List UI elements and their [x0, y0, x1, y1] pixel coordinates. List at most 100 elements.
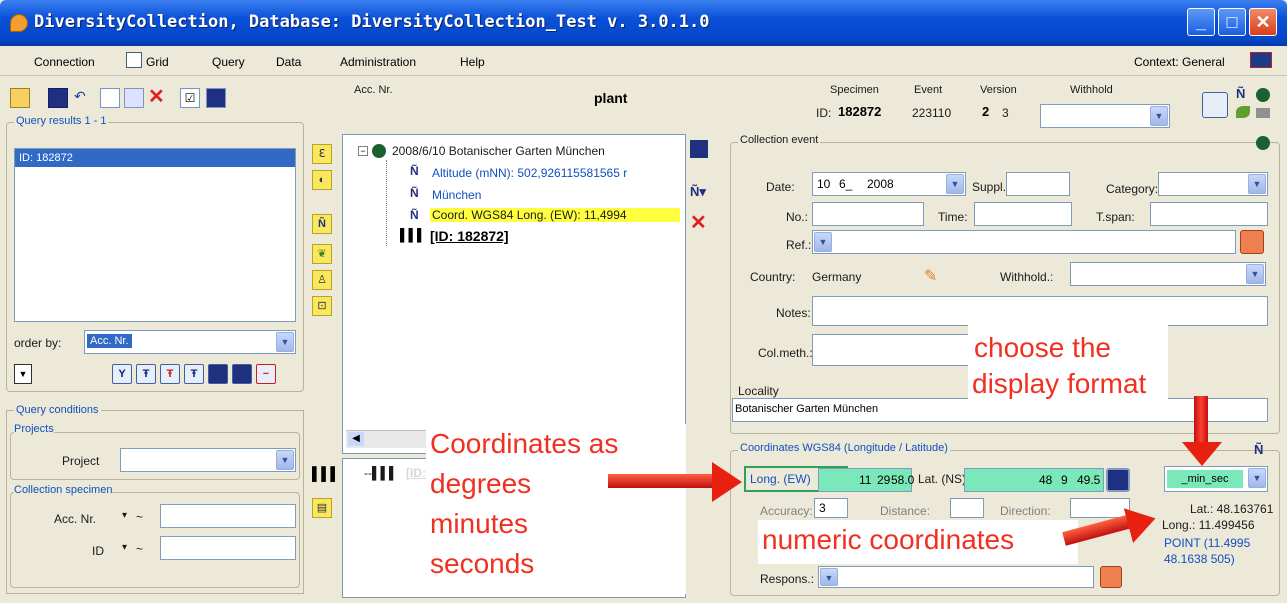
- chevron-down-icon[interactable]: ▼: [1248, 468, 1266, 488]
- new-query-icon[interactable]: [10, 88, 30, 108]
- globe-icon[interactable]: [1256, 88, 1270, 102]
- menu-query[interactable]: Query: [212, 55, 245, 69]
- barcode-icon[interactable]: ▌▌▌: [312, 466, 340, 484]
- save-coordinates-icon[interactable]: [1106, 468, 1130, 492]
- leaf-icon[interactable]: [1236, 106, 1250, 118]
- delete-icon[interactable]: ✕: [148, 87, 168, 108]
- id-input[interactable]: [160, 536, 296, 560]
- id-label: ID: [92, 544, 104, 558]
- hierarchy-icon[interactable]: ⊡: [312, 296, 332, 316]
- menu-grid[interactable]: Grid: [146, 55, 169, 69]
- filter-icon[interactable]: Y: [112, 364, 132, 384]
- open-reference-icon[interactable]: [1240, 230, 1264, 254]
- taxon-side-icon[interactable]: Ñ: [312, 214, 332, 234]
- format-value: _min_sec: [1167, 470, 1243, 488]
- save-icon[interactable]: [48, 88, 68, 108]
- menu-connection[interactable]: Connection: [34, 55, 95, 69]
- context-label: Context: General: [1134, 55, 1225, 69]
- collapse-icon[interactable]: −: [358, 146, 368, 156]
- withhold-select[interactable]: ▼: [1040, 104, 1170, 128]
- menu-help[interactable]: Help: [460, 55, 485, 69]
- grid-icon: [126, 52, 142, 68]
- acc-nr-input[interactable]: [160, 504, 296, 528]
- tree-panel[interactable]: [342, 134, 686, 454]
- specimen-barcode-icon: ▌▌▌: [400, 228, 426, 242]
- specimen-title: plant: [594, 90, 628, 106]
- format-select[interactable]: _min_sec ▼: [1164, 466, 1268, 492]
- maximize-button[interactable]: □: [1218, 8, 1246, 36]
- menu-data[interactable]: Data: [276, 55, 301, 69]
- tree-icon[interactable]: ℇ: [312, 144, 332, 164]
- accuracy-input[interactable]: 3: [814, 498, 848, 518]
- calendar-dropdown-icon[interactable]: ▼: [946, 174, 964, 194]
- chevron-down-icon[interactable]: ▼: [276, 450, 294, 470]
- set-filter-icon[interactable]: Ŧ: [184, 364, 204, 384]
- ref-input[interactable]: ▼: [812, 230, 1236, 254]
- time-input[interactable]: [974, 202, 1072, 226]
- add-taxon-icon[interactable]: Ñ▾: [690, 184, 706, 200]
- arrow-down-shaft: [1194, 396, 1208, 444]
- respons-input[interactable]: ▼: [818, 566, 1094, 588]
- date-field[interactable]: 10 6_ 2008 ▼: [812, 172, 966, 196]
- specimen-id: 182872: [838, 104, 882, 119]
- tree-coord[interactable]: Coord. WGS84 Long. (EW): 11,4994: [430, 208, 680, 222]
- note-icon[interactable]: ▤: [312, 498, 332, 518]
- globe-small-icon[interactable]: ◐: [312, 170, 332, 190]
- chevron-down-icon[interactable]: ▼: [1248, 174, 1266, 194]
- country-value: Germany: [812, 270, 862, 284]
- remove-filter-icon[interactable]: Ŧ: [160, 364, 180, 384]
- undo-icon[interactable]: ↶: [74, 88, 94, 108]
- list-view-icon[interactable]: [232, 364, 252, 384]
- distance-input[interactable]: [950, 498, 984, 518]
- taxon-icon[interactable]: Ñ: [1254, 442, 1263, 457]
- grid-view-icon[interactable]: [206, 88, 226, 108]
- remove-node-icon[interactable]: ✕: [690, 210, 707, 235]
- id-op-dropdown[interactable]: ▾: [122, 542, 127, 553]
- colmeth-input[interactable]: [812, 334, 982, 366]
- plant-icon[interactable]: ❦: [312, 244, 332, 264]
- new-icon[interactable]: [100, 88, 120, 108]
- edit-pencil-icon[interactable]: ✎: [924, 266, 937, 286]
- close-button[interactable]: ✕: [1249, 8, 1277, 36]
- chevron-down-icon[interactable]: ▼: [820, 568, 838, 586]
- no-input[interactable]: [812, 202, 924, 226]
- suppl-input[interactable]: [1006, 172, 1070, 196]
- menu-administration[interactable]: Administration: [340, 55, 416, 69]
- long-input[interactable]: 11 29 58.0: [818, 468, 914, 492]
- order-by-select[interactable]: Acc. Nr. ▼: [84, 330, 296, 354]
- add-filter-icon[interactable]: Ŧ: [136, 364, 156, 384]
- minimize-button[interactable]: _: [1187, 8, 1215, 36]
- results-list[interactable]: ID: 182872: [14, 148, 296, 322]
- tspan-input[interactable]: [1150, 202, 1268, 226]
- annotation-choose-1: choose the: [974, 332, 1111, 363]
- tree-specimen[interactable]: [ID: 182872]: [430, 228, 509, 244]
- check-icon[interactable]: ☑: [180, 88, 200, 108]
- tree-root[interactable]: 2008/6/10 Botanischer Garten München: [392, 144, 605, 158]
- chevron-down-icon[interactable]: ▼: [1246, 264, 1264, 284]
- category-select[interactable]: ▼: [1158, 172, 1268, 196]
- save-tree-icon[interactable]: [690, 140, 708, 158]
- copy-icon[interactable]: [124, 88, 144, 108]
- person-icon[interactable]: ♙: [312, 270, 332, 290]
- tree-place[interactable]: München: [432, 188, 481, 202]
- open-respons-icon[interactable]: [1100, 566, 1122, 588]
- chevron-down-icon[interactable]: ▼: [814, 232, 832, 252]
- image-view-icon[interactable]: [1202, 92, 1228, 118]
- acc-op-dropdown[interactable]: ▾: [122, 510, 127, 521]
- expand-icon[interactable]: ▼: [14, 364, 32, 384]
- list-item[interactable]: ID: 182872: [15, 149, 295, 167]
- chevron-down-icon[interactable]: ▼: [1150, 106, 1168, 126]
- taxon-icon[interactable]: Ñ: [1236, 86, 1245, 101]
- withhold-event-select[interactable]: ▼: [1070, 262, 1266, 286]
- globe-icon[interactable]: [1256, 136, 1270, 150]
- direction-input[interactable]: [1070, 498, 1130, 518]
- project-select[interactable]: ▼: [120, 448, 296, 472]
- lat-input[interactable]: 48 9 49.5: [964, 468, 1104, 492]
- scroll-left-icon[interactable]: ◀: [348, 432, 364, 446]
- save-query-icon[interactable]: [208, 364, 228, 384]
- tree-altitude[interactable]: Altitude (mNN): 502,926115581565 r: [432, 166, 627, 180]
- printer-icon[interactable]: [1256, 108, 1270, 118]
- chevron-down-icon[interactable]: ▼: [276, 332, 294, 352]
- uk-flag-icon[interactable]: [1250, 52, 1272, 68]
- clear-icon[interactable]: −: [256, 364, 276, 384]
